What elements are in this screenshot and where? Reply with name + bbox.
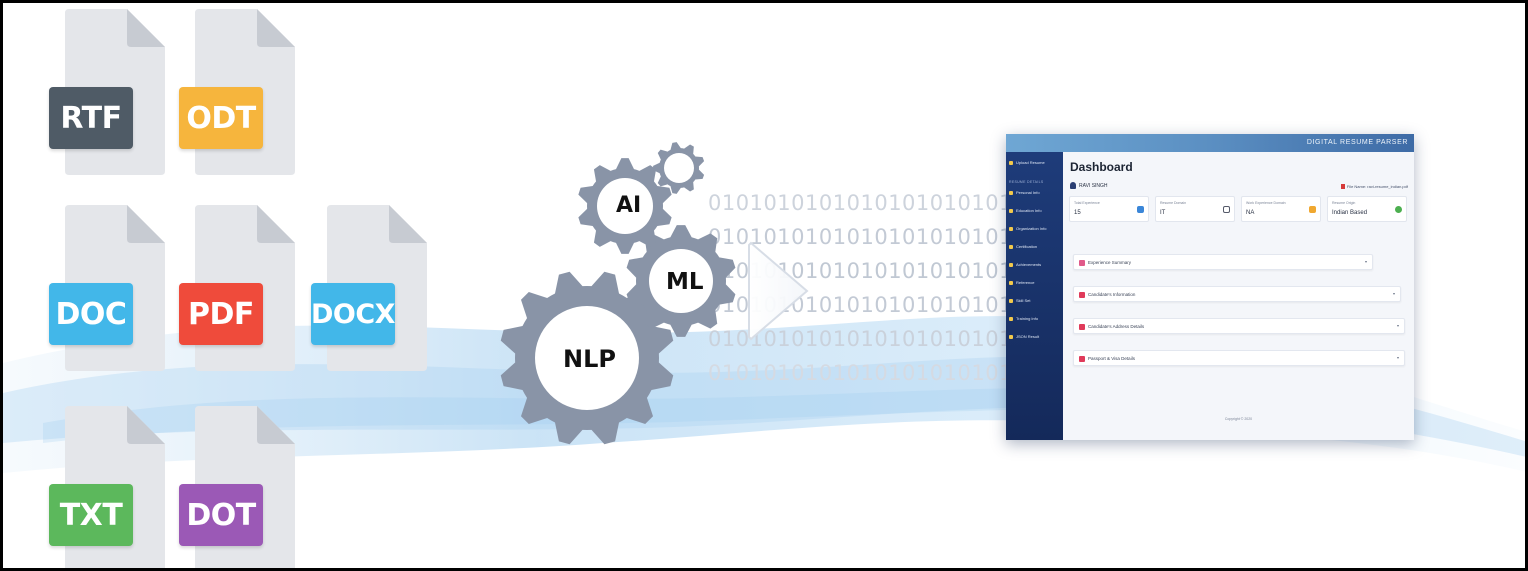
sidebar-item-label: Training Info xyxy=(1016,316,1039,321)
file-name-row: File Name: ravi-resume_indian.pdf xyxy=(1340,184,1408,189)
sidebar-item-json-result[interactable]: JSON Result xyxy=(1009,334,1039,339)
certificate-icon xyxy=(1009,244,1013,249)
sidebar-item-label: JSON Result xyxy=(1016,334,1040,339)
accordion-label: Experience Summary xyxy=(1088,260,1132,265)
dashboard-screenshot: DIGITAL RESUME PARSER Upload Resume RESU… xyxy=(1006,134,1414,440)
stat-value: IT xyxy=(1160,210,1166,216)
briefcase-icon xyxy=(1309,206,1316,213)
graduation-cap-icon xyxy=(1009,208,1013,213)
pdf-file-icon xyxy=(1340,184,1345,189)
dashboard-header: DIGITAL RESUME PARSER xyxy=(1006,134,1414,152)
sidebar-item-label: Certification xyxy=(1016,244,1038,249)
sidebar-section-label: RESUME DETAILS xyxy=(1009,180,1044,184)
trophy-icon xyxy=(1009,316,1013,321)
monitor-icon xyxy=(1223,206,1230,213)
handshake-icon xyxy=(1079,260,1085,266)
accordion-candidate-information[interactable]: Candidate's Information ▾ xyxy=(1073,286,1401,302)
gear-label-nlp: NLP xyxy=(563,345,616,373)
calendar-icon xyxy=(1137,206,1144,213)
stat-card-resume-origin: Resume Origin Indian Based xyxy=(1327,196,1407,222)
chevron-down-icon: ▾ xyxy=(1396,323,1399,328)
tools-icon xyxy=(1009,298,1013,303)
accordion-candidate-address[interactable]: Candidate's Address Details ▾ xyxy=(1073,318,1405,334)
sidebar-item-skill-set[interactable]: Skill Set xyxy=(1009,298,1030,303)
stat-card-resume-domain: Resume Domain IT xyxy=(1155,196,1235,222)
header-title: DIGITAL RESUME PARSER xyxy=(1306,139,1408,146)
user-icon xyxy=(1009,190,1013,195)
building-icon xyxy=(1009,226,1013,231)
sidebar-item-certification[interactable]: Certification xyxy=(1009,244,1037,249)
user-name: RAVI SINGH xyxy=(1079,182,1108,189)
accordion-label: Passport & Visa Details xyxy=(1088,356,1135,361)
sidebar: Upload Resume RESUME DETAILS Personal In… xyxy=(1006,152,1063,440)
sidebar-item-label: Skill Set xyxy=(1016,298,1031,303)
users-icon xyxy=(1009,280,1013,285)
page-title: Dashboard xyxy=(1070,160,1133,174)
accordion-passport-visa[interactable]: Passport & Visa Details ▾ xyxy=(1073,350,1405,366)
chevron-down-icon: ▾ xyxy=(1396,355,1399,360)
sidebar-item-label: Upload Resume xyxy=(1016,160,1045,165)
copyright: Copyright © 2020 xyxy=(1224,417,1253,421)
sidebar-item-label: Education Info xyxy=(1016,208,1042,213)
gear-icon xyxy=(653,142,705,194)
gear-label-ai: AI xyxy=(616,193,642,218)
accordion-label: Candidate's Address Details xyxy=(1088,324,1145,329)
dashboard-main: Dashboard RAVI SINGH File Name: ravi-res… xyxy=(1063,152,1414,440)
id-card-icon xyxy=(1079,292,1085,298)
sidebar-item-education-info[interactable]: Education Info xyxy=(1009,208,1042,213)
sidebar-item-reference[interactable]: Reference xyxy=(1009,280,1034,285)
stat-label: Work Experience Domain xyxy=(1246,201,1286,205)
gear-hub xyxy=(664,153,694,183)
sidebar-item-achievements[interactable]: Achievements xyxy=(1009,262,1041,267)
chevron-down-icon: ▾ xyxy=(1364,259,1367,264)
sidebar-item-organization-info[interactable]: Organization Info xyxy=(1009,226,1046,231)
stat-card-total-experience: Total Experience 15 xyxy=(1069,196,1149,222)
sidebar-item-training-info[interactable]: Training Info xyxy=(1009,316,1038,321)
chevron-right-icon xyxy=(748,241,809,341)
stat-value: 15 xyxy=(1074,210,1081,216)
sidebar-item-label: Reference xyxy=(1016,280,1035,285)
stat-label: Resume Origin xyxy=(1332,201,1356,205)
accordion-experience-summary[interactable]: Experience Summary ▾ xyxy=(1073,254,1373,270)
globe-icon xyxy=(1395,206,1402,213)
user-icon xyxy=(1070,182,1076,189)
sidebar-item-upload-resume[interactable]: Upload Resume xyxy=(1009,160,1045,165)
stat-value: Indian Based xyxy=(1332,210,1368,216)
sidebar-item-label: Achievements xyxy=(1016,262,1042,267)
sidebar-item-label: Personal Info xyxy=(1016,190,1040,195)
diagram-frame: RTF ODT DOC PDF DOCX TXT DOT 01010101010… xyxy=(0,0,1528,571)
trophy-icon xyxy=(1009,262,1013,267)
stat-label: Resume Domain xyxy=(1160,201,1187,205)
file-name: File Name: ravi-resume_indian.pdf xyxy=(1346,184,1408,189)
code-icon xyxy=(1009,334,1013,339)
passport-icon xyxy=(1079,356,1085,362)
upload-icon xyxy=(1009,160,1013,165)
stat-label: Total Experience xyxy=(1074,201,1100,205)
user-row: RAVI SINGH xyxy=(1070,182,1108,189)
gear-label-ml: ML xyxy=(666,269,704,295)
sidebar-item-label: Organization Info xyxy=(1016,226,1047,231)
stat-card-work-experience-domain: Work Experience Domain NA xyxy=(1241,196,1321,222)
sidebar-item-personal-info[interactable]: Personal Info xyxy=(1009,190,1040,195)
address-book-icon xyxy=(1079,324,1085,330)
accordion-label: Candidate's Information xyxy=(1088,292,1136,297)
stat-value: NA xyxy=(1246,210,1255,216)
chevron-down-icon: ▾ xyxy=(1392,291,1395,296)
